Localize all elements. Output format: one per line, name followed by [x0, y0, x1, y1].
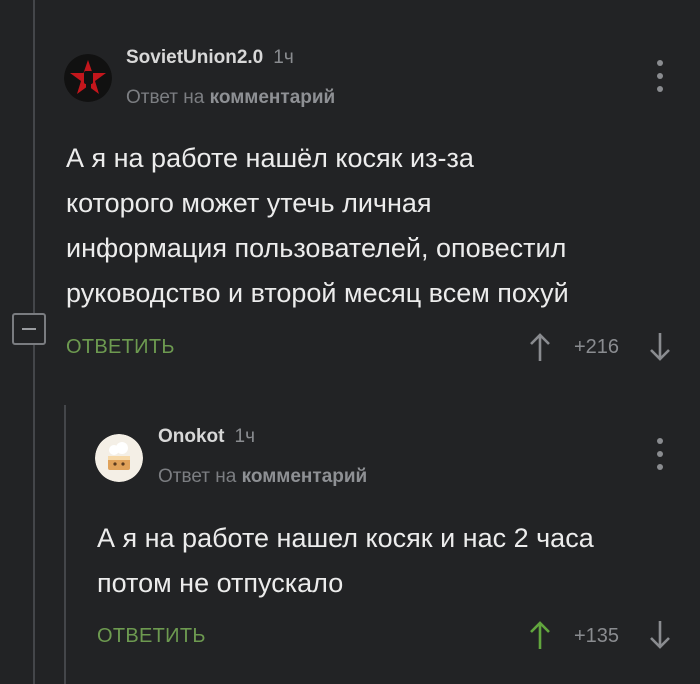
- comment-rating: +135: [574, 625, 620, 647]
- red-star-fist-icon: [64, 54, 112, 102]
- comment-time: 1ч: [273, 47, 294, 68]
- parent-comment-link[interactable]: комментарий: [242, 466, 368, 487]
- more-vertical-icon[interactable]: [655, 438, 665, 470]
- author-name[interactable]: Onokot: [158, 426, 225, 447]
- reply-info: Ответ на комментарий: [126, 87, 335, 109]
- thread-line-root: [33, 0, 35, 313]
- reply-button[interactable]: ОТВЕТИТЬ: [97, 625, 206, 648]
- more-vertical-icon[interactable]: [655, 60, 665, 92]
- cat-cake-icon: [95, 434, 143, 482]
- arrow-up-icon[interactable]: [528, 620, 552, 650]
- reply-button[interactable]: ОТВЕТИТЬ: [66, 336, 175, 359]
- comment-text: А я на работе нашел косяк и нас 2 часа п…: [97, 523, 594, 598]
- comment-text: А я на работе нашёл косяк из-за которого…: [66, 143, 569, 308]
- comment-author[interactable]: SovietUnion2.0 1ч: [126, 47, 294, 69]
- user-avatar[interactable]: [95, 434, 143, 482]
- comment-time: 1ч: [234, 426, 255, 447]
- comment-rating: +216: [574, 336, 620, 358]
- reply-info: Ответ на комментарий: [158, 466, 367, 488]
- user-avatar[interactable]: [64, 54, 112, 102]
- author-name[interactable]: SovietUnion2.0: [126, 47, 263, 68]
- comment-author[interactable]: Onokot 1ч: [158, 426, 255, 448]
- parent-comment-link[interactable]: комментарий: [210, 87, 336, 108]
- arrow-down-icon[interactable]: [648, 620, 672, 650]
- collapse-thread-button[interactable]: [12, 313, 46, 345]
- reply-prefix: Ответ на: [126, 87, 205, 108]
- arrow-down-icon[interactable]: [648, 332, 672, 362]
- thread-line-root-lower: [33, 345, 35, 684]
- arrow-up-icon[interactable]: [528, 332, 552, 362]
- thread-line-nested: [64, 405, 66, 684]
- reply-prefix: Ответ на: [158, 466, 237, 487]
